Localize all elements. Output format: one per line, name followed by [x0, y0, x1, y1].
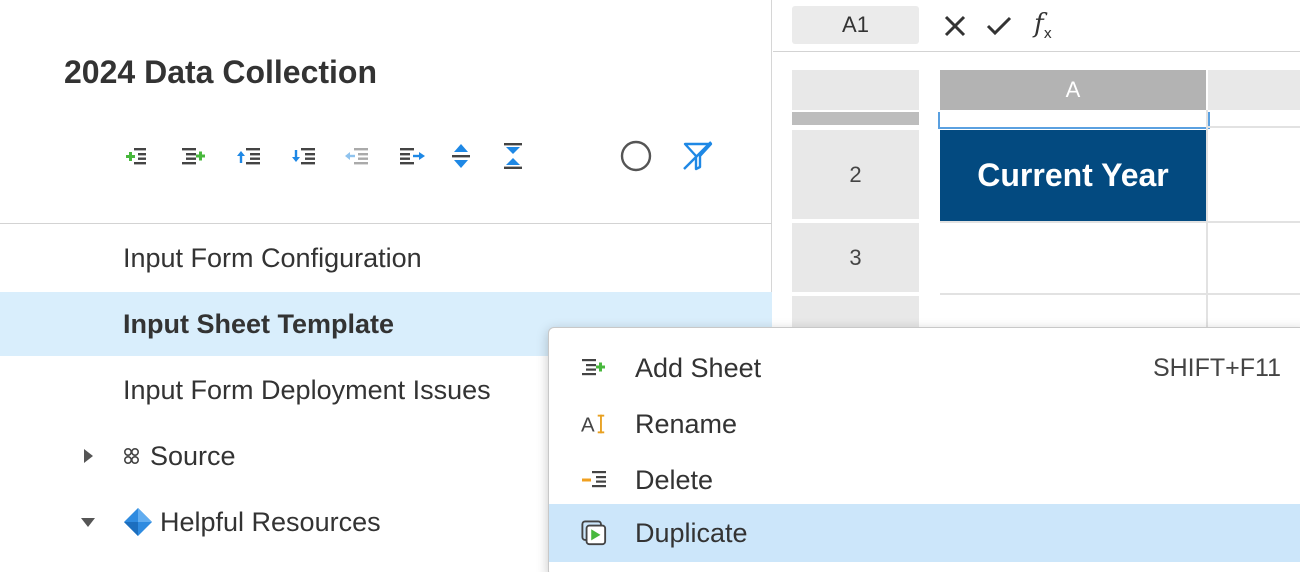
cancel-edit-icon[interactable]	[937, 8, 973, 44]
context-menu: Add Sheet SHIFT+F11 A Rename Delete Dupl…	[548, 327, 1300, 572]
diamond-icon	[122, 506, 154, 538]
menu-item-label: Rename	[635, 408, 738, 439]
indent-icon[interactable]	[396, 136, 430, 176]
formula-bar: A1 fx	[773, 0, 1300, 52]
grid-line	[940, 221, 1300, 223]
collapse-all-icon[interactable]	[496, 136, 530, 176]
add-sheet-icon	[581, 355, 607, 381]
grid-line	[1208, 126, 1300, 128]
menu-item-add-sheet[interactable]: Add Sheet SHIFT+F11	[549, 340, 1300, 396]
tree-item-label: Input Form Deployment Issues	[123, 374, 491, 405]
name-box[interactable]: A1	[792, 6, 919, 44]
link-icon	[122, 445, 144, 467]
caret-down-icon[interactable]	[80, 514, 96, 530]
panel-divider	[0, 223, 772, 224]
row-header-3[interactable]: 3	[792, 223, 919, 295]
delete-icon	[581, 467, 607, 493]
menu-item-label: Duplicate	[635, 517, 748, 548]
tree-item-input-form-configuration[interactable]: Input Form Configuration	[0, 226, 772, 290]
svg-text:A: A	[581, 414, 595, 436]
outdent-icon[interactable]	[341, 136, 375, 176]
menu-item-rename[interactable]: A Rename	[549, 396, 1300, 452]
circle-status-icon[interactable]	[619, 136, 653, 176]
column-header-a[interactable]: A	[940, 70, 1206, 110]
rename-icon: A	[581, 411, 607, 437]
confirm-edit-icon[interactable]	[981, 8, 1017, 44]
menu-item-label: Add Sheet	[635, 352, 762, 383]
cell-a2[interactable]: Current Year	[940, 130, 1206, 221]
panel-title: 2024 Data Collection	[64, 54, 377, 90]
row-header-2[interactable]: 2	[792, 130, 919, 222]
caret-right-icon[interactable]	[80, 448, 96, 464]
tree-item-label: Input Form Configuration	[123, 242, 422, 273]
move-down-icon[interactable]	[288, 136, 322, 176]
move-up-icon[interactable]	[233, 136, 267, 176]
duplicate-icon	[581, 520, 607, 546]
cell-a1-selected[interactable]	[938, 112, 1210, 129]
add-sheet-icon[interactable]	[177, 136, 211, 176]
corner-header[interactable]	[792, 70, 919, 110]
filter-off-icon[interactable]	[681, 136, 715, 176]
grid-line	[940, 293, 1300, 295]
add-child-icon[interactable]	[121, 136, 155, 176]
menu-item-label: Delete	[635, 464, 714, 495]
menu-item-delete[interactable]: Delete	[549, 452, 1300, 508]
grid-line	[1206, 110, 1208, 340]
tree-group-label: Source	[150, 440, 236, 471]
expand-all-icon[interactable]	[444, 136, 478, 176]
menu-item-duplicate[interactable]: Duplicate	[549, 504, 1300, 562]
tree-group-label: Helpful Resources	[160, 506, 381, 537]
tree-item-label: Input Sheet Template	[123, 308, 395, 339]
panel-toolbar	[0, 136, 772, 176]
row-header-partial	[792, 112, 919, 125]
function-icon[interactable]: fx	[1025, 8, 1061, 44]
menu-item-shortcut: SHIFT+F11	[1152, 353, 1281, 382]
column-header-b[interactable]	[1208, 70, 1300, 110]
